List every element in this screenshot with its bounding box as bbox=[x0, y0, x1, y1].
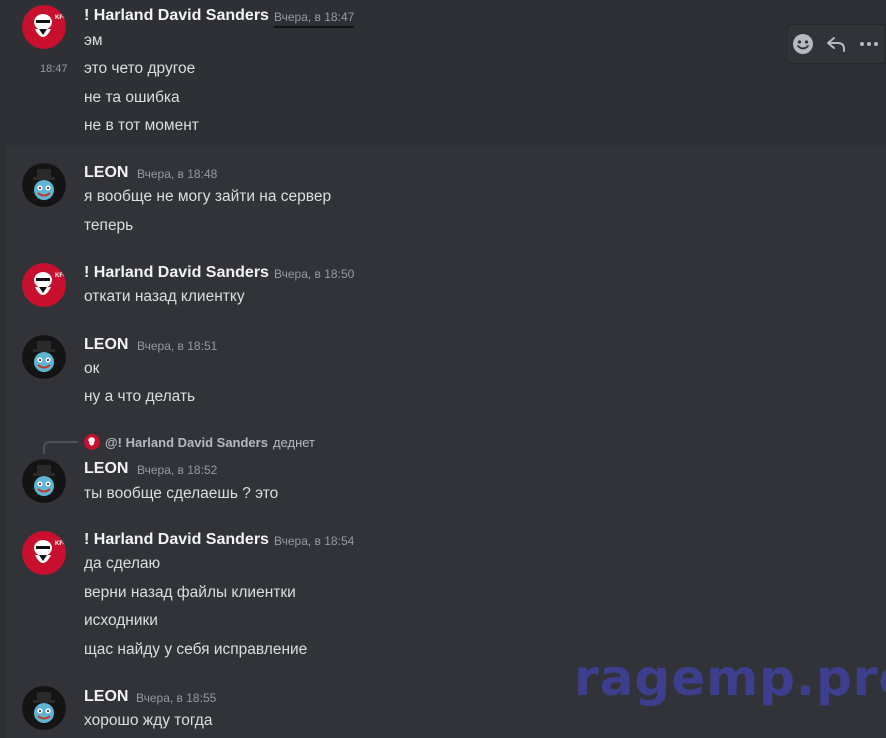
message-line: это чето другое bbox=[84, 60, 196, 77]
reply-reference[interactable]: @! Harland David Sanders деднет bbox=[84, 433, 315, 451]
more-icon[interactable] bbox=[856, 31, 882, 57]
message-line: верни назад файлы клиентки bbox=[84, 584, 296, 601]
avatar-kfc[interactable]: KFC bbox=[22, 531, 66, 575]
reply-author[interactable]: @! Harland David Sanders bbox=[105, 435, 268, 450]
message-line: ну а что делать bbox=[84, 388, 196, 405]
message-line: эм bbox=[84, 32, 103, 49]
message-line: теперь bbox=[84, 217, 134, 234]
message-timestamp[interactable]: Вчера, в 18:54 bbox=[274, 533, 354, 549]
message-timestamp[interactable]: Вчера, в 18:48 bbox=[137, 166, 217, 182]
author-name[interactable]: ! Harland David Sanders bbox=[84, 530, 269, 550]
message-timestamp[interactable]: Вчера, в 18:50 bbox=[274, 266, 354, 282]
message-timestamp[interactable]: Вчера, в 18:52 bbox=[137, 462, 217, 478]
avatar-leon[interactable] bbox=[22, 163, 66, 207]
message-timestamp[interactable]: Вчера, в 18:55 bbox=[136, 690, 216, 706]
message-line: откати назад клиентку bbox=[84, 288, 245, 305]
svg-text:KFC: KFC bbox=[55, 541, 66, 547]
message-line: щас найду у себя исправление bbox=[84, 641, 308, 658]
message-line: ок bbox=[84, 360, 100, 377]
message-line: да сделаю bbox=[84, 555, 161, 572]
avatar-leon[interactable] bbox=[22, 459, 66, 503]
avatar-kfc[interactable]: KFC bbox=[22, 263, 66, 307]
message-line: я вообще не могу зайти на сервер bbox=[84, 188, 332, 205]
author-name[interactable]: LEON bbox=[84, 163, 128, 183]
svg-text:KFC: KFC bbox=[55, 15, 66, 21]
message-toolbar bbox=[786, 24, 886, 64]
author-name[interactable]: LEON bbox=[84, 459, 128, 479]
message-line: не в тот момент bbox=[84, 117, 199, 134]
message-line: хорошо жду тогда bbox=[84, 712, 213, 729]
emoji-icon[interactable] bbox=[790, 31, 816, 57]
hover-timestamp[interactable]: 18:47 bbox=[40, 62, 68, 76]
message-timestamp[interactable]: Вчера, в 18:47 bbox=[274, 9, 355, 28]
reply-text[interactable]: деднет bbox=[273, 435, 315, 450]
message-line: ты вообще сделаешь ? это bbox=[84, 485, 279, 502]
message-line: не та ошибка bbox=[84, 89, 180, 106]
message-line: исходники bbox=[84, 612, 158, 629]
message-timestamp[interactable]: Вчера, в 18:51 bbox=[137, 338, 217, 354]
reply-avatar bbox=[84, 434, 100, 450]
reply-icon[interactable] bbox=[823, 31, 849, 57]
message-group[interactable]: LEON Вчера, в 18:52 ты вообще сделаешь ?… bbox=[0, 450, 886, 526]
message-group[interactable]: KFC ! Harland David Sanders Вчера, в 18:… bbox=[0, 246, 886, 318]
author-name[interactable]: LEON bbox=[84, 687, 128, 707]
avatar-kfc[interactable]: KFC bbox=[22, 5, 66, 49]
author-name[interactable]: LEON bbox=[84, 335, 128, 355]
message-group[interactable]: KFC ! Harland David Sanders Вчера, в 18:… bbox=[0, 0, 886, 146]
avatar-leon[interactable] bbox=[22, 335, 66, 379]
message-group[interactable]: LEON Вчера, в 18:51 ок ну а что делать bbox=[0, 318, 886, 418]
svg-text:KFC: KFC bbox=[55, 273, 66, 279]
avatar-leon[interactable] bbox=[22, 686, 66, 730]
message-group[interactable]: LEON Вчера, в 18:48 я вообще не могу зай… bbox=[0, 146, 886, 246]
author-name[interactable]: ! Harland David Sanders bbox=[84, 6, 269, 26]
watermark: ragemp.pro bbox=[574, 649, 886, 707]
author-name[interactable]: ! Harland David Sanders bbox=[84, 263, 269, 283]
